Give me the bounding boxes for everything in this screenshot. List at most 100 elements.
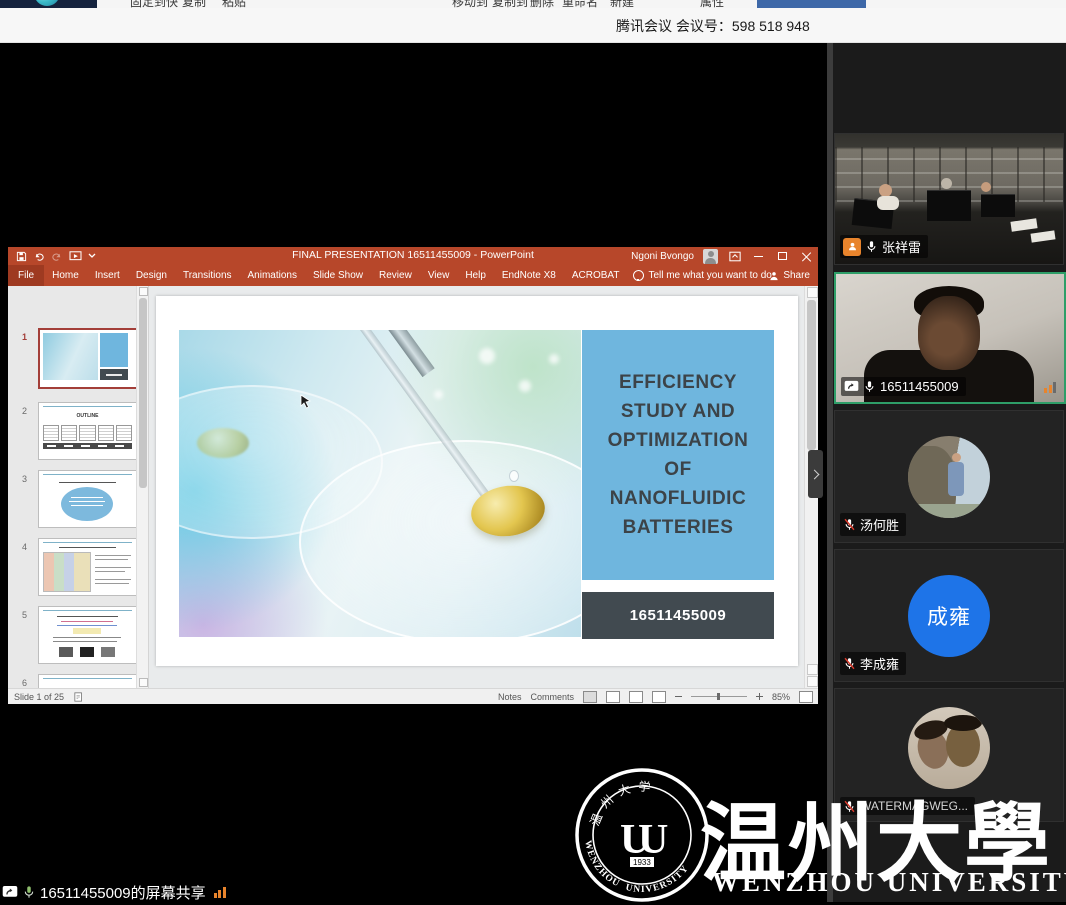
- undo-icon[interactable]: [33, 251, 45, 262]
- tab-home[interactable]: Home: [44, 265, 87, 286]
- thumbnail-scrollbar[interactable]: [136, 286, 148, 688]
- close-button[interactable]: [799, 249, 814, 263]
- tab-slideshow[interactable]: Slide Show: [305, 265, 371, 286]
- tab-insert[interactable]: Insert: [87, 265, 128, 286]
- redo-icon: [51, 251, 63, 262]
- slide-title-box[interactable]: EFFICIENCY STUDY AND OPTIMIZATION OF NAN…: [582, 330, 774, 580]
- zoom-slider[interactable]: [691, 696, 747, 697]
- tab-help[interactable]: Help: [457, 265, 494, 286]
- rename-button[interactable]: 重命名: [562, 0, 598, 8]
- scroll-up-icon[interactable]: [139, 287, 148, 296]
- participant-tile-zhangxianglei[interactable]: 张祥雷: [834, 133, 1064, 265]
- participant-tile-lichengyong[interactable]: 成雍 李成雍: [834, 549, 1064, 682]
- restore-button[interactable]: [775, 249, 790, 263]
- network-signal-icon: [214, 887, 226, 898]
- slide-indicator: Slide 1 of 25: [14, 692, 64, 702]
- ribbon-display-options-icon[interactable]: [727, 249, 742, 263]
- zoom-slider-thumb[interactable]: [717, 693, 720, 700]
- pin-to-quick-access-button[interactable]: 固定到快: [130, 0, 178, 8]
- previous-slide-icon[interactable]: [807, 664, 818, 675]
- mic-on-icon: [22, 885, 36, 899]
- participant-tile-watermagweg[interactable]: WATERMAGWEG...: [834, 688, 1064, 822]
- normal-view-icon[interactable]: [583, 691, 597, 703]
- slide-subtitle-box[interactable]: 16511455009: [582, 592, 774, 639]
- blurred-capsule: [197, 428, 249, 458]
- quick-access-toolbar: [16, 251, 96, 262]
- thumb-number: 3: [22, 474, 27, 484]
- meeting-title-bar: 腾讯会议 会议号：598 518 948: [0, 8, 1066, 43]
- slide-thumbnail-2[interactable]: OUTLINE: [38, 402, 137, 460]
- zoom-out-icon[interactable]: [675, 696, 682, 697]
- avatar-initials: 成雍: [908, 575, 990, 657]
- avatar-photo: [908, 436, 990, 518]
- sidebar-collapse-handle[interactable]: [808, 450, 823, 498]
- account-avatar[interactable]: [703, 249, 718, 264]
- tab-view[interactable]: View: [420, 265, 458, 286]
- tab-file[interactable]: File: [8, 265, 44, 286]
- mic-on-icon: [863, 380, 876, 393]
- slide-sorter-view-icon[interactable]: [606, 691, 620, 703]
- explorer-logo: [0, 0, 97, 8]
- reading-view-icon[interactable]: [629, 691, 643, 703]
- share-button[interactable]: Share: [769, 265, 810, 286]
- properties-button[interactable]: 属性: [700, 0, 724, 8]
- participant-tile-16511455009[interactable]: 16511455009: [834, 272, 1066, 404]
- thumb-number: 2: [22, 406, 27, 416]
- scrollbar-thumb[interactable]: [139, 298, 147, 488]
- tab-design[interactable]: Design: [128, 265, 175, 286]
- explorer-blue-button[interactable]: [757, 0, 866, 8]
- save-icon[interactable]: [16, 251, 27, 262]
- screen-share-icon: [844, 380, 859, 393]
- account-name[interactable]: Ngoni Bvongo: [631, 251, 694, 262]
- lightbulb-icon: [633, 270, 644, 281]
- slide-title-text: EFFICIENCY STUDY AND OPTIMIZATION OF NAN…: [595, 368, 761, 542]
- participant-label: WATERMAGWEG...: [840, 797, 975, 815]
- slide-canvas-area: EFFICIENCY STUDY AND OPTIMIZATION OF NAN…: [149, 286, 818, 688]
- qat-dropdown-icon[interactable]: [88, 253, 96, 259]
- tab-review[interactable]: Review: [371, 265, 420, 286]
- ppt-status-bar: Slide 1 of 25 Notes Comments 85%: [8, 688, 818, 704]
- tab-animations[interactable]: Animations: [240, 265, 305, 286]
- slide-thumbnail-6[interactable]: [38, 674, 137, 688]
- tab-acrobat[interactable]: ACROBAT: [564, 265, 628, 286]
- slide-thumbnail-3[interactable]: [38, 470, 137, 528]
- slideshow-view-icon[interactable]: [652, 691, 666, 703]
- ppt-workspace: 1 2 OUTLINE: [8, 286, 818, 688]
- mic-muted-icon: [843, 657, 856, 670]
- slide-thumbnail-5[interactable]: [38, 606, 137, 664]
- tab-transitions[interactable]: Transitions: [175, 265, 240, 286]
- start-slideshow-icon[interactable]: [69, 251, 82, 262]
- comments-toggle[interactable]: Comments: [530, 692, 574, 702]
- mic-on-icon: [865, 240, 878, 253]
- thumb-number: 6: [22, 678, 27, 688]
- new-button[interactable]: 新建: [610, 0, 634, 8]
- scroll-up-icon[interactable]: [807, 287, 818, 298]
- explorer-ribbon-strip: 固定到快 复制 粘贴 移动到 复制到 删除 重命名 新建 属性: [0, 0, 1066, 8]
- copy-to-button[interactable]: 复制到: [492, 0, 528, 8]
- tell-me-box[interactable]: Tell me what you want to do: [633, 270, 771, 281]
- spell-check-icon[interactable]: [74, 692, 84, 702]
- member-badge-icon: [843, 238, 861, 256]
- zoom-level[interactable]: 85%: [772, 692, 790, 702]
- scroll-down-icon[interactable]: [139, 678, 148, 687]
- paste-button[interactable]: 粘贴: [222, 0, 246, 8]
- copy-button[interactable]: 复制: [182, 0, 206, 8]
- slide-1[interactable]: EFFICIENCY STUDY AND OPTIMIZATION OF NAN…: [156, 296, 798, 666]
- participant-tile-tanghesheng[interactable]: 汤何胜: [834, 410, 1064, 543]
- scrollbar-thumb[interactable]: [807, 300, 816, 450]
- participant-label: 张祥雷: [840, 235, 928, 258]
- participant-label: 16511455009: [841, 377, 966, 396]
- minimize-button[interactable]: [751, 249, 766, 263]
- fit-to-window-icon[interactable]: [799, 691, 813, 703]
- tab-endnote[interactable]: EndNote X8: [494, 265, 564, 286]
- chevron-right-icon: [810, 469, 820, 479]
- zoom-in-icon[interactable]: [756, 693, 763, 700]
- avatar-photo: [908, 707, 990, 789]
- lab-petri-dish-photo: [179, 330, 581, 637]
- move-to-button[interactable]: 移动到: [452, 0, 488, 8]
- delete-button[interactable]: 删除: [530, 0, 554, 8]
- slide-thumbnail-4[interactable]: [38, 538, 137, 596]
- notes-toggle[interactable]: Notes: [498, 692, 522, 702]
- next-slide-icon[interactable]: [807, 676, 818, 687]
- slide-thumbnail-1[interactable]: [38, 328, 139, 389]
